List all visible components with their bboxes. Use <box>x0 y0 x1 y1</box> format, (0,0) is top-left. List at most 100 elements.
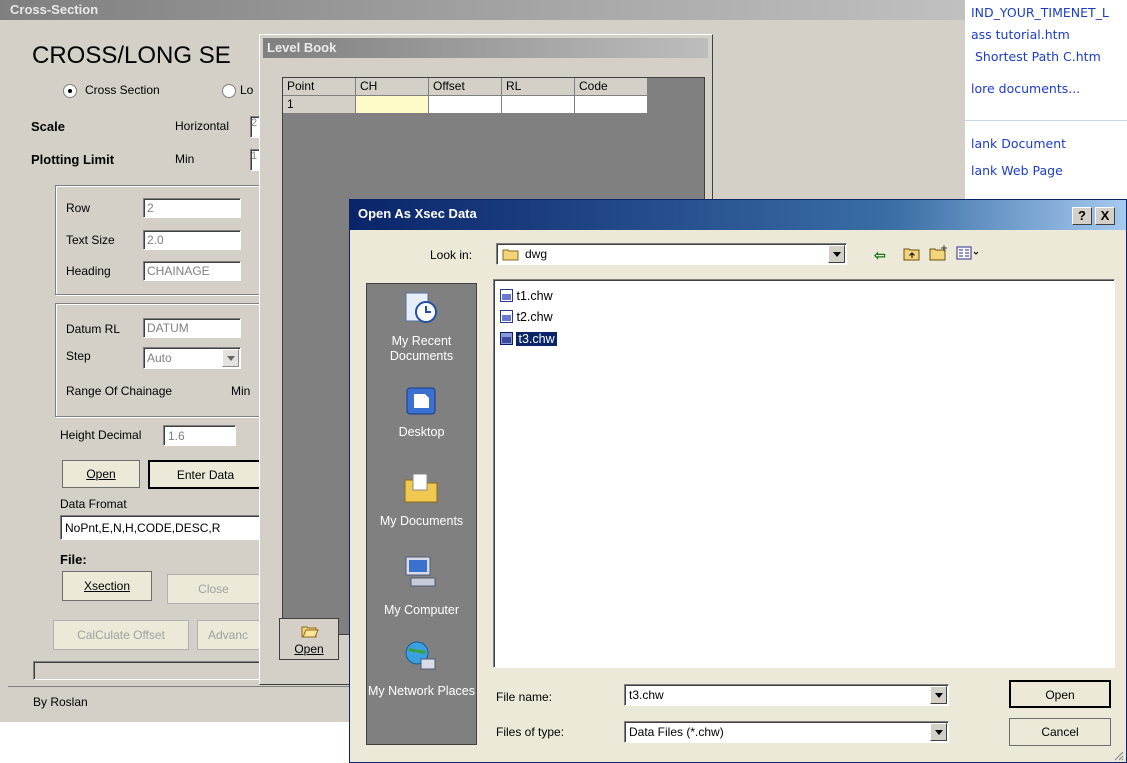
cross-section-radio[interactable] <box>63 84 77 98</box>
cross-section-titlebar: Cross-Section <box>0 0 965 20</box>
close-button-label: Close <box>198 582 229 596</box>
cross-section-radio-label: Cross Section <box>85 83 160 97</box>
range-of-chainage-label: Range Of Chainage <box>66 384 173 398</box>
my-documents-icon <box>404 473 438 503</box>
long-section-radio[interactable] <box>222 84 236 98</box>
column-header[interactable]: Point <box>283 78 356 96</box>
data-format-label: Data Fromat <box>60 497 127 511</box>
status-text: By Roslan <box>33 695 88 709</box>
row-label: Row <box>66 201 91 215</box>
recent-doc-link-2[interactable]: ass tutorial.htm <box>971 27 1070 42</box>
open-button-label: Open <box>86 467 116 481</box>
text-size-label: Text Size <box>66 233 115 247</box>
step-select-value: Auto <box>147 351 172 365</box>
column-header[interactable]: CH <box>356 78 429 96</box>
recent-documents-icon <box>405 292 437 323</box>
table-cell-active[interactable] <box>356 96 429 114</box>
open-button[interactable]: Open <box>62 460 140 488</box>
files-of-type-label: Files of type: <box>496 725 565 739</box>
column-header[interactable]: Code <box>575 78 648 96</box>
file-name: t3.chw <box>516 332 557 346</box>
close-button[interactable]: Close <box>167 574 260 604</box>
recent-doc-link-1[interactable]: IND_YOUR_TIMENET_L <box>971 5 1109 20</box>
level-book-titlebar: Level Book <box>263 38 708 58</box>
xsection-button-label: Xsection <box>83 579 131 593</box>
back-arrow-icon[interactable]: ⇦ <box>874 247 886 264</box>
up-folder-icon[interactable] <box>903 246 921 262</box>
file-list[interactable]: t1.chw t2.chw t3.chw <box>493 279 1115 668</box>
list-item[interactable]: t1.chw <box>500 288 553 305</box>
step-label: Step <box>66 349 91 363</box>
chevron-down-icon[interactable] <box>930 723 947 741</box>
resize-grip-icon[interactable] <box>1112 749 1124 761</box>
files-of-type-value: Data Files (*.chw) <box>629 725 724 739</box>
row-header[interactable]: 1 <box>283 96 356 114</box>
plotting-limit-label: Plotting Limit <box>31 152 115 167</box>
level-book-open-button[interactable]: Open <box>279 618 339 660</box>
file-name-value: t3.chw <box>629 688 664 702</box>
table-cell[interactable] <box>575 96 648 114</box>
row-input[interactable]: 2 <box>143 198 241 218</box>
long-section-radio-label: Lo <box>240 83 254 97</box>
desktop-icon <box>406 387 436 415</box>
form-heading: CROSS/LONG SE <box>32 42 231 69</box>
step-select[interactable]: Auto <box>143 347 241 369</box>
my-computer-icon <box>405 556 436 587</box>
data-format-input[interactable]: NoPnt,E,N,H,CODE,DESC,R <box>60 515 262 540</box>
view-menu-icon[interactable] <box>956 246 980 262</box>
dialog-titlebar: Open As Xsec Data ? X <box>350 200 1126 230</box>
list-item[interactable]: t2.chw <box>500 309 553 326</box>
text-size-input[interactable]: 2.0 <box>143 230 241 250</box>
look-in-select[interactable]: dwg <box>496 243 847 265</box>
list-item-selected[interactable]: t3.chw <box>500 331 557 348</box>
table-cell[interactable] <box>429 96 502 114</box>
places-my-computer[interactable]: My Computer <box>367 549 476 629</box>
plotting-min-label: Min <box>175 152 195 166</box>
window-title: Cross-Section <box>10 2 99 17</box>
dialog-open-button[interactable]: Open <box>1009 680 1111 708</box>
file-name-label: File name: <box>496 690 553 704</box>
enter-data-button-label: Enter Data <box>176 468 235 482</box>
help-icon[interactable]: ? <box>1072 207 1092 225</box>
chevron-down-icon[interactable] <box>930 686 947 704</box>
column-header[interactable]: Offset <box>429 78 502 96</box>
dialog-cancel-button[interactable]: Cancel <box>1009 718 1111 746</box>
blank-document-link[interactable]: lank Document <box>971 136 1066 151</box>
places-label: My Computer <box>383 603 460 617</box>
network-places-icon <box>405 641 436 670</box>
dialog-title: Open As Xsec Data <box>358 206 477 221</box>
file-name-input[interactable]: t3.chw <box>624 684 949 706</box>
places-label: My Documents <box>379 514 464 528</box>
chw-file-icon <box>500 310 513 323</box>
files-of-type-select[interactable]: Data Files (*.chw) <box>624 721 949 743</box>
advance-button-label: Advanc <box>208 628 249 642</box>
folder-icon <box>502 249 519 261</box>
horizontal-label: Horizontal <box>175 119 230 133</box>
scale-label: Scale <box>31 119 65 134</box>
places-my-recent-documents[interactable]: My Recent Documents <box>367 284 476 376</box>
recent-doc-link-3[interactable]: Shortest Path C.htm <box>975 49 1101 64</box>
chevron-down-icon[interactable] <box>222 349 239 367</box>
enter-data-button[interactable]: Enter Data <box>148 460 263 489</box>
calculate-offset-button[interactable]: CalCulate Offset <box>53 620 189 650</box>
look-in-value: dwg <box>525 247 548 261</box>
places-desktop[interactable]: Desktop <box>367 380 476 450</box>
datum-rl-label: Datum RL <box>66 322 121 336</box>
column-header[interactable]: RL <box>502 78 575 96</box>
datum-rl-input[interactable]: DATUM <box>143 318 241 338</box>
places-my-network-places[interactable]: My Network Places <box>367 634 476 734</box>
places-my-documents[interactable]: My Documents <box>367 464 476 544</box>
close-icon[interactable]: X <box>1095 207 1115 225</box>
advance-button[interactable]: Advanc <box>197 620 263 650</box>
blank-web-page-link[interactable]: lank Web Page <box>971 163 1063 178</box>
table-cell[interactable] <box>502 96 575 114</box>
height-decimal-input[interactable]: 1.6 <box>163 425 236 446</box>
places-bar: My Recent Documents Desktop My Documents… <box>366 283 477 745</box>
chevron-down-icon[interactable] <box>828 245 845 263</box>
new-folder-icon[interactable] <box>929 244 949 262</box>
places-label: Desktop <box>398 425 445 439</box>
xsection-button[interactable]: Xsection <box>62 571 152 601</box>
more-documents-link[interactable]: lore documents... <box>971 81 1080 96</box>
calculate-offset-button-label: CalCulate Offset <box>77 628 165 642</box>
heading-input[interactable]: CHAINAGE <box>143 261 241 281</box>
